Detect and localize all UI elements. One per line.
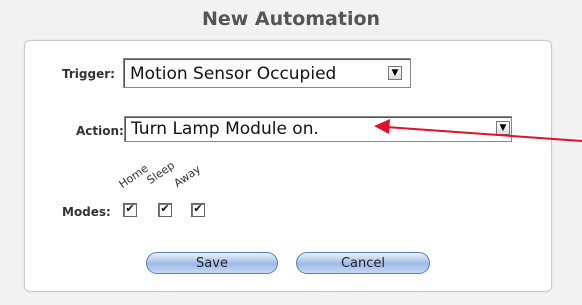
- modes-label: Modes:: [62, 205, 111, 219]
- save-button[interactable]: Save: [146, 252, 278, 274]
- mode-checkbox-sleep[interactable]: ✔: [158, 203, 172, 217]
- cancel-button[interactable]: Cancel: [296, 252, 430, 274]
- mode-checkbox-away[interactable]: ✔: [191, 203, 205, 217]
- mode-checkbox-home[interactable]: ✔: [123, 203, 137, 217]
- annotation-arrow: [374, 119, 582, 142]
